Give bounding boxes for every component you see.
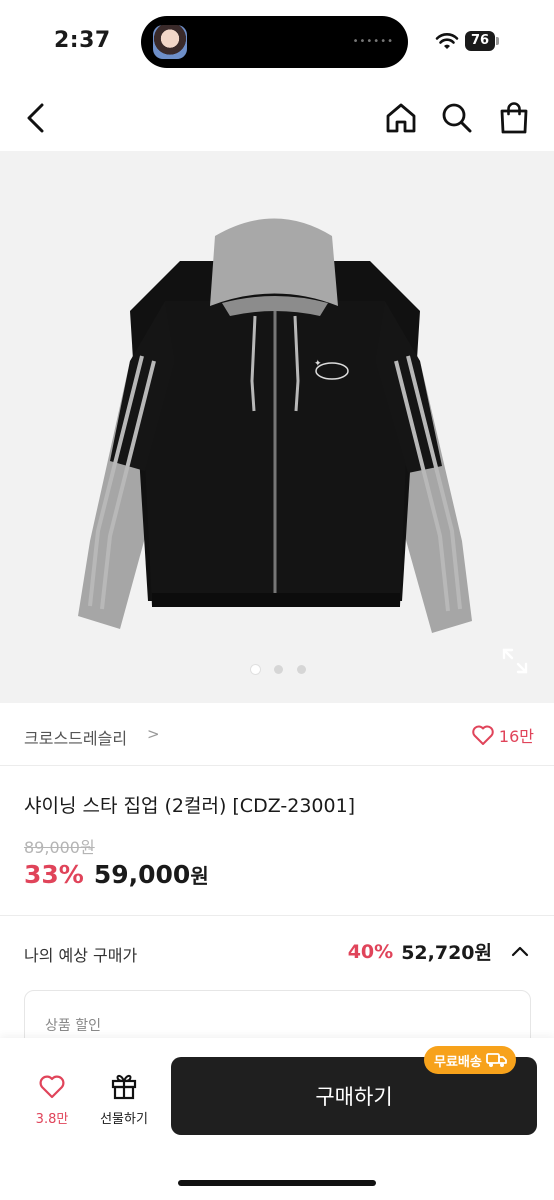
bottom-action-bar: 3.8만 선물하기 구매하기 무료배송	[0, 1038, 554, 1200]
section-divider	[0, 915, 554, 916]
original-price: 89,000원	[24, 838, 95, 857]
search-icon	[442, 103, 472, 133]
expected-price-label: 나의 예상 구매가	[24, 946, 138, 965]
back-button[interactable]	[16, 98, 56, 138]
search-button[interactable]	[437, 98, 477, 138]
product-image-carousel[interactable]: ✦	[0, 151, 554, 703]
carousel-indicator	[243, 665, 313, 677]
dynamic-island: ••••••	[141, 16, 408, 68]
heart-icon	[472, 725, 494, 745]
expected-price-row[interactable]: 나의 예상 구매가 40% 52,720원	[0, 918, 554, 988]
brand-chevron-icon: >	[147, 725, 160, 743]
svg-text:✦: ✦	[314, 359, 322, 369]
discount-rate: 33%	[24, 860, 84, 889]
carousel-dot-3[interactable]	[296, 665, 306, 674]
expected-price-summary: 40% 52,720원	[348, 938, 530, 965]
cart-button[interactable]	[494, 98, 534, 138]
brand-name[interactable]: 크로스드레슬리	[24, 725, 127, 749]
island-waveform-icon: ••••••	[352, 36, 394, 47]
bottom-like-count: 3.8만	[35, 1112, 69, 1127]
expected-discount-rate: 40%	[347, 940, 394, 963]
truck-icon	[485, 1053, 507, 1067]
home-icon	[386, 103, 416, 133]
home-indicator[interactable]	[178, 1180, 376, 1186]
carousel-dot-1[interactable]	[250, 665, 260, 674]
expected-price: 52,720원	[401, 942, 492, 964]
battery-indicator: 76	[465, 31, 495, 51]
home-button[interactable]	[381, 98, 421, 138]
brand-row[interactable]: 크로스드레슬리 > 16만	[0, 704, 554, 766]
free-shipping-badge: 무료배송	[424, 1046, 516, 1074]
wifi-icon	[435, 33, 459, 49]
free-shipping-label: 무료배송	[434, 1054, 482, 1070]
battery-tip	[496, 37, 499, 45]
price-row: 33% 59,000원	[24, 860, 209, 894]
gift-label: 선물하기	[100, 1112, 148, 1127]
chevron-up-icon[interactable]	[510, 942, 530, 962]
bottom-like-button[interactable]: 3.8만	[26, 1074, 78, 1127]
status-time: 2:37	[54, 28, 111, 53]
expand-icon[interactable]	[500, 646, 530, 676]
island-avatar	[153, 25, 187, 59]
carousel-dot-2[interactable]	[273, 665, 283, 674]
chevron-left-icon	[27, 103, 44, 133]
discount-box-title: 상품 할인	[45, 1018, 101, 1034]
product-title: 샤이닝 스타 집업 (2컬러) [CDZ-23001]	[24, 795, 356, 817]
status-bar: 2:37 •••••• 76	[0, 0, 554, 80]
product-photo: ✦	[78, 218, 472, 633]
like-count: 16만	[498, 727, 534, 746]
sale-price: 59,000원	[94, 860, 209, 889]
product-like-button[interactable]: 16만	[471, 722, 534, 748]
top-nav	[0, 88, 554, 148]
shopping-bag-icon	[500, 102, 528, 134]
gift-button[interactable]: 선물하기	[90, 1070, 158, 1127]
sale-price-unit: 원	[190, 864, 209, 888]
gift-icon	[111, 1074, 137, 1100]
heart-icon	[39, 1075, 65, 1099]
sale-price-value: 59,000	[93, 860, 191, 889]
